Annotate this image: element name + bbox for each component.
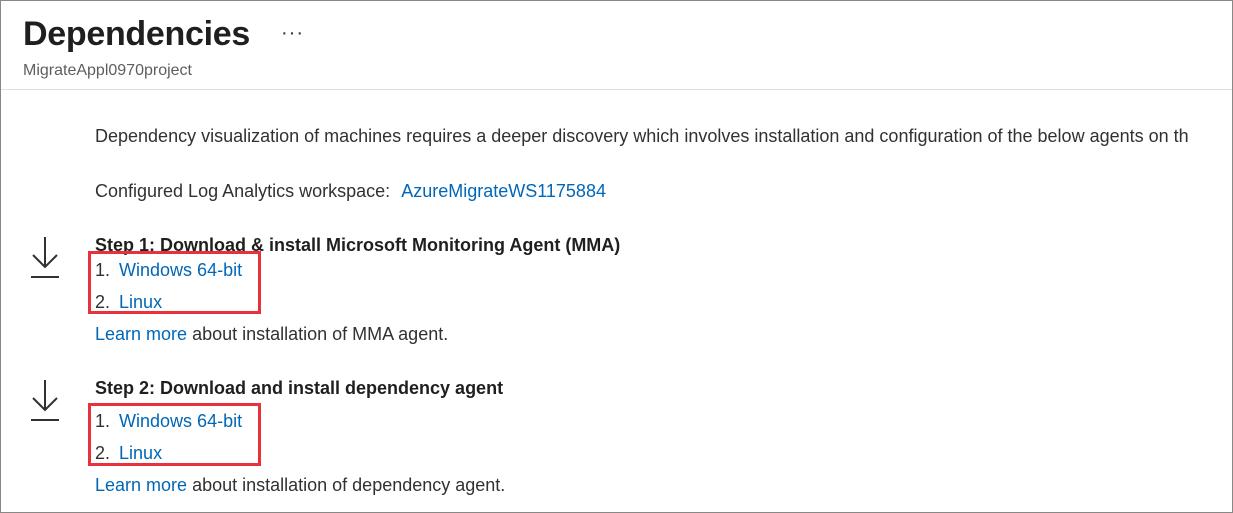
- step-2-learn-more-row: Learn more about installation of depende…: [95, 474, 505, 496]
- workspace-link[interactable]: AzureMigrateWS1175884: [401, 181, 606, 201]
- step-1-item-linux: 2. Linux: [95, 291, 162, 313]
- step-1-learn-more-text: about installation of MMA agent.: [187, 324, 449, 344]
- page-title: Dependencies: [23, 15, 250, 53]
- step-2-item-linux: 2. Linux: [95, 442, 162, 464]
- step-1-learn-more-row: Learn more about installation of MMA age…: [95, 323, 448, 345]
- step-1-item-windows: 1. Windows 64-bit: [95, 259, 242, 281]
- header-divider: [1, 89, 1232, 90]
- step-1-windows-link[interactable]: Windows 64-bit: [119, 260, 242, 280]
- page-subtitle: MigrateAppl0970project: [23, 62, 192, 79]
- step-2-learn-more-link[interactable]: Learn more: [95, 475, 187, 495]
- workspace-label: Configured Log Analytics workspace:: [95, 181, 391, 201]
- step-1-linux-link[interactable]: Linux: [119, 292, 162, 312]
- step-1-title: Step 1: Download & install Microsoft Mon…: [95, 235, 621, 255]
- list-number: 1.: [95, 260, 111, 280]
- step-2-item-windows: 1. Windows 64-bit: [95, 410, 242, 432]
- step-1-learn-more-link[interactable]: Learn more: [95, 324, 187, 344]
- intro-text: Dependency visualization of machines req…: [95, 126, 1189, 146]
- list-number: 1.: [95, 411, 111, 431]
- step-2-linux-link[interactable]: Linux: [119, 443, 162, 463]
- step-2-learn-more-text: about installation of dependency agent.: [187, 475, 506, 495]
- dependencies-pane: Dependencies ··· MigrateAppl0970project …: [0, 0, 1233, 513]
- workspace-row: Configured Log Analytics workspace: Azur…: [95, 180, 1232, 202]
- download-icon: [31, 380, 59, 421]
- download-icon: [31, 237, 59, 278]
- list-number: 2.: [95, 292, 111, 312]
- more-options-button[interactable]: ···: [281, 19, 304, 47]
- step-2-title: Step 2: Download and install dependency …: [95, 378, 504, 398]
- step-2-windows-link[interactable]: Windows 64-bit: [119, 411, 242, 431]
- list-number: 2.: [95, 443, 111, 463]
